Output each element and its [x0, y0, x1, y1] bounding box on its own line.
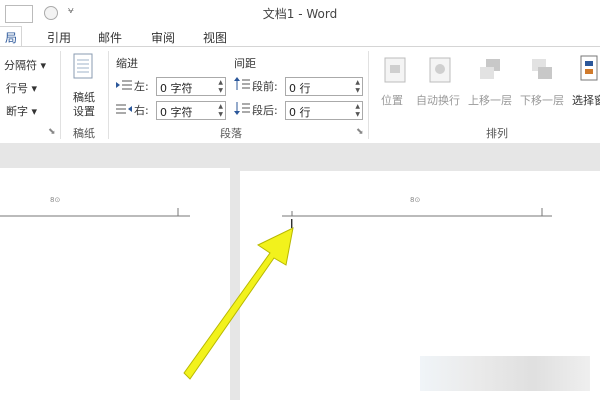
paragraph-launcher-icon[interactable]: ⬊ [356, 127, 364, 137]
breaks-button[interactable]: 分隔符 ▾ [4, 57, 46, 73]
tab-references[interactable]: 引用 [47, 29, 71, 46]
document-area: 8⊙ 8⊙ I [0, 143, 600, 400]
indent-left-value[interactable]: 0 字符 [160, 80, 193, 96]
tab-mailings[interactable]: 邮件 [98, 29, 122, 46]
watermark-blur [420, 356, 590, 391]
send-backward-icon[interactable] [530, 57, 554, 86]
bring-forward-icon[interactable] [478, 57, 502, 86]
header-mark-left: 8⊙ [50, 196, 61, 204]
indent-right-icon [116, 103, 132, 118]
indent-right-label: 右: [134, 104, 149, 117]
send-backward-button[interactable]: 下移一层 [520, 92, 564, 108]
hyphenation-button[interactable]: 断字 ▾ [6, 103, 37, 119]
manuscript-group-label: 稿纸 [73, 127, 95, 140]
manuscript-paper-icon[interactable] [72, 53, 94, 82]
indent-left-icon [116, 79, 132, 94]
header-mark-right: 8⊙ [410, 196, 421, 204]
spacing-after-label: 段后: [252, 104, 278, 117]
spin-down-icon[interactable]: ▼ [218, 87, 223, 94]
spacing-before-value[interactable]: 0 行 [289, 80, 311, 96]
spacing-title: 间距 [234, 57, 256, 70]
position-icon[interactable] [384, 57, 406, 86]
wrap-text-icon[interactable] [429, 57, 451, 86]
position-button[interactable]: 位置 [381, 92, 403, 108]
spin-down-icon[interactable]: ▼ [355, 111, 360, 118]
selection-pane-button[interactable]: 选择窗 [572, 92, 600, 108]
annotation-arrow [183, 227, 294, 380]
spin-up-icon[interactable]: ▲ [218, 79, 223, 86]
selection-pane-icon[interactable] [580, 55, 600, 86]
ribbon: 分隔符 ▾ 行号 ▾ 断字 ▾ ⬊ 稿纸 设置 稿纸 缩进 间距 左: 0 字符… [0, 46, 600, 144]
spacing-after-icon [234, 101, 250, 118]
spacing-before-label: 段前: [252, 80, 278, 93]
ribbon-tabs: 局 引用 邮件 审阅 视图 [0, 26, 600, 49]
spacing-after-spinner[interactable]: 0 行 ▲ ▼ [285, 101, 363, 120]
tab-review[interactable]: 审阅 [151, 29, 175, 46]
spacing-after-value[interactable]: 0 行 [289, 104, 311, 120]
indent-right-value[interactable]: 0 字符 [160, 104, 193, 120]
spin-down-icon[interactable]: ▼ [218, 111, 223, 118]
page-setup-launcher-icon[interactable]: ⬊ [48, 127, 56, 137]
spacing-before-spinner[interactable]: 0 行 ▲ ▼ [285, 77, 363, 96]
arrange-group-label: 排列 [486, 127, 508, 140]
manuscript-setup-label-2[interactable]: 设置 [73, 103, 95, 119]
title-bar: ⩝ 文档1 - Word [0, 0, 600, 26]
bring-forward-button[interactable]: 上移一层 [468, 92, 512, 108]
indent-right-spinner[interactable]: 0 字符 ▲ ▼ [156, 101, 226, 120]
group-separator [60, 51, 61, 139]
group-separator [108, 51, 109, 139]
spin-up-icon[interactable]: ▲ [355, 103, 360, 110]
paragraph-group-label: 段落 [220, 127, 242, 140]
spin-down-icon[interactable]: ▼ [355, 87, 360, 94]
window-title: 文档1 - Word [262, 7, 338, 21]
spin-up-icon[interactable]: ▲ [355, 79, 360, 86]
line-numbers-button[interactable]: 行号 ▾ [6, 80, 37, 96]
indent-title: 缩进 [116, 57, 138, 70]
tab-view[interactable]: 视图 [203, 29, 227, 46]
group-separator [368, 51, 369, 139]
spin-up-icon[interactable]: ▲ [218, 103, 223, 110]
wrap-text-button[interactable]: 自动换行 [416, 92, 460, 108]
indent-left-spinner[interactable]: 0 字符 ▲ ▼ [156, 77, 226, 96]
spacing-before-icon [234, 77, 250, 94]
indent-left-label: 左: [134, 80, 149, 93]
